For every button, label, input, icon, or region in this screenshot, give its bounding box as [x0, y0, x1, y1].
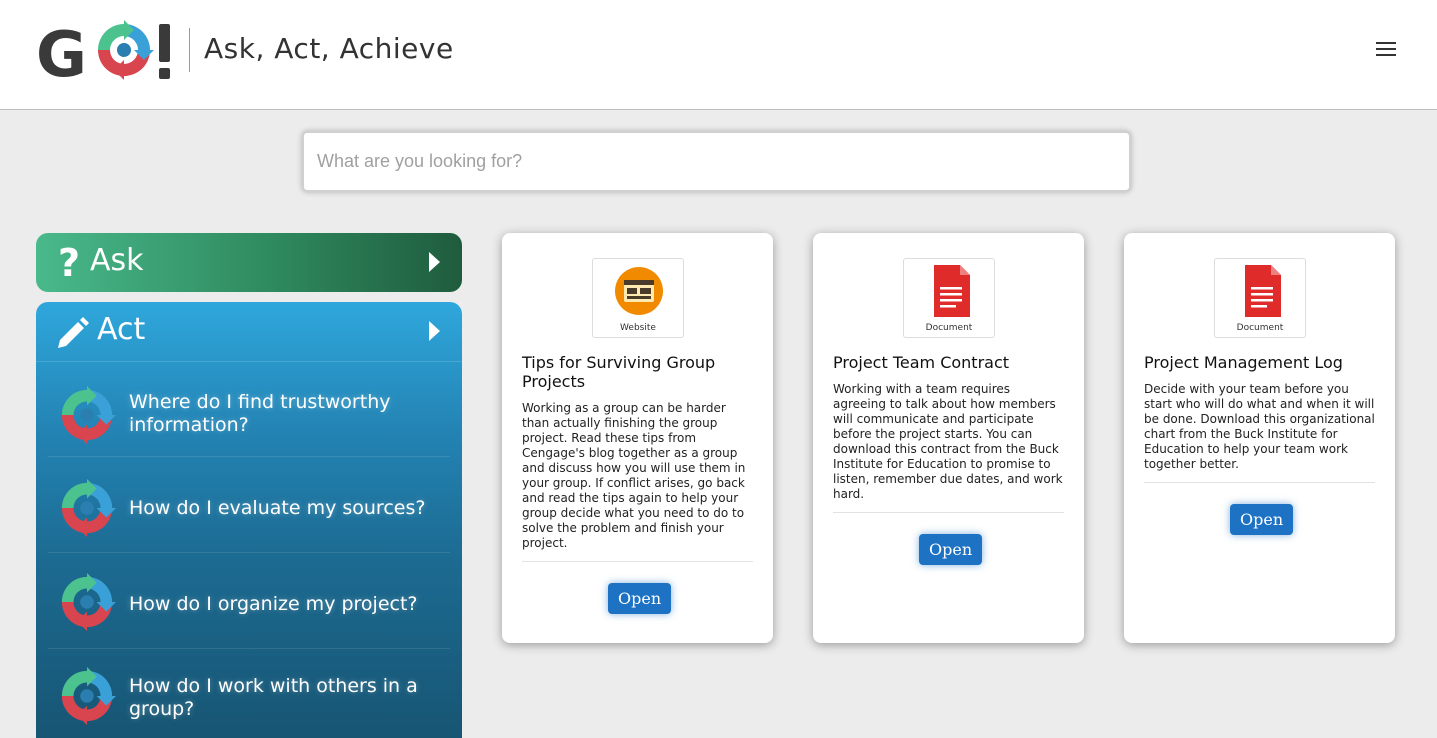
website-icon: [615, 267, 663, 315]
open-button[interactable]: Open: [1230, 504, 1294, 535]
act-panel-header[interactable]: Act: [36, 302, 462, 361]
ask-panel-header[interactable]: ? Ask: [36, 233, 462, 292]
resource-type-label: Document: [925, 323, 973, 333]
resource-description: Decide with your team before you start w…: [1144, 382, 1375, 471]
search-input[interactable]: [304, 133, 1129, 190]
act-panel-title: Act: [97, 312, 146, 347]
app-header: G Ask, Act, Achieve: [0, 0, 1437, 110]
act-question-label: How do I organize my project?: [129, 593, 418, 615]
svg-text:G: G: [36, 18, 87, 82]
hamburger-menu-icon[interactable]: [1372, 38, 1400, 60]
resource-type-label: Website: [620, 323, 656, 333]
go-cycle-icon: [61, 573, 116, 631]
resource-description: Working with a team requires agreeing to…: [833, 382, 1063, 501]
resource-card: Document Project Management Log Decide w…: [1124, 233, 1395, 643]
act-question-label: How do I evaluate my sources?: [129, 497, 426, 519]
search-box: [302, 131, 1131, 192]
open-button[interactable]: Open: [919, 534, 983, 565]
go-cycle-icon: [61, 386, 116, 444]
pencil-icon: [58, 317, 89, 348]
caret-right-icon[interactable]: [429, 321, 440, 341]
resource-title: Project Team Contract: [833, 353, 1010, 372]
resource-description: Working as a group can be harder than ac…: [522, 401, 746, 550]
act-question-item[interactable]: How do I organize my project?: [48, 553, 450, 648]
ask-panel-title: Ask: [90, 243, 144, 278]
act-panel-divider: [36, 361, 462, 362]
act-panel: Act Where do I find trustworthy informat…: [36, 302, 462, 738]
resource-title: Project Management Log: [1144, 353, 1343, 372]
resource-card: Document Project Team Contract Working w…: [813, 233, 1084, 643]
divider: [522, 561, 753, 562]
divider: [1144, 482, 1375, 483]
act-question-item[interactable]: Where do I find trustworthy information?: [48, 374, 450, 456]
resource-thumbnail[interactable]: Document: [1214, 258, 1306, 338]
act-question-label: Where do I find trustworthy information?: [129, 391, 391, 436]
caret-right-icon[interactable]: [429, 252, 440, 272]
document-icon: [934, 265, 970, 317]
act-question-label: How do I work with others in a group?: [129, 675, 418, 720]
resource-thumbnail[interactable]: Website: [592, 258, 684, 338]
resource-card: Website Tips for Surviving Group Project…: [502, 233, 773, 643]
resource-type-label: Document: [1236, 323, 1284, 333]
question-mark-icon: ?: [58, 243, 80, 279]
act-question-item[interactable]: How do I work with others in a group?: [48, 649, 450, 738]
ask-panel[interactable]: ? Ask: [36, 233, 462, 292]
resource-title: Tips for Surviving Group Projects: [522, 353, 716, 391]
logo-divider: [189, 28, 190, 72]
document-icon: [1245, 265, 1281, 317]
go-logo[interactable]: G: [36, 18, 176, 82]
go-cycle-icon: [61, 479, 116, 537]
resource-thumbnail[interactable]: Document: [903, 258, 995, 338]
site-tagline: Ask, Act, Achieve: [204, 32, 454, 65]
open-button[interactable]: Open: [608, 583, 672, 614]
act-question-item[interactable]: How do I evaluate my sources?: [48, 457, 450, 552]
svg-text:?: ?: [58, 243, 80, 279]
divider: [833, 512, 1064, 513]
go-cycle-icon: [61, 667, 116, 725]
